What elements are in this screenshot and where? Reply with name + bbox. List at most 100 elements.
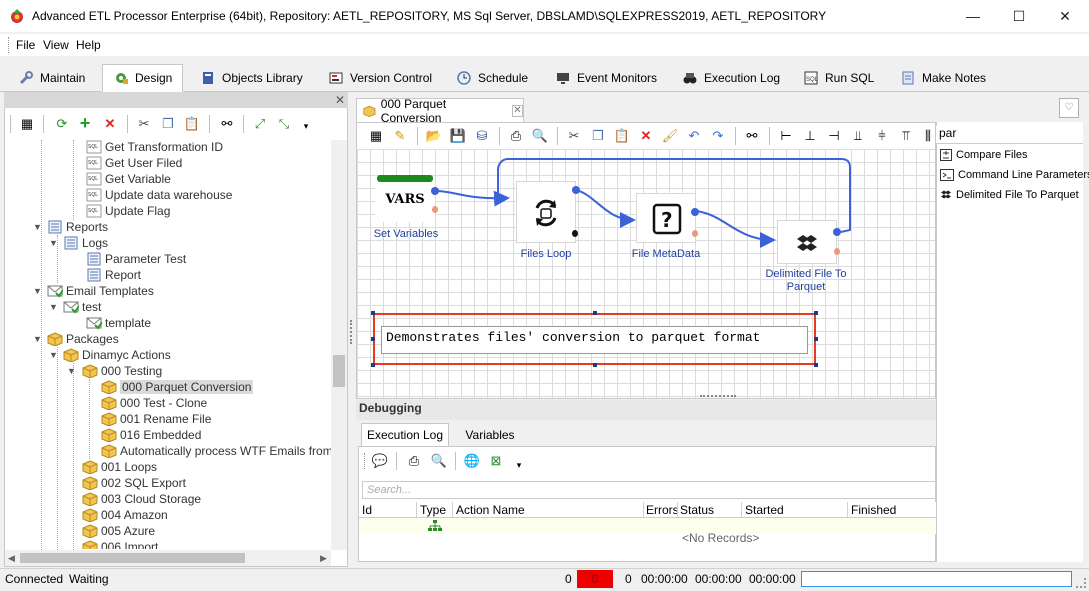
selection-handle[interactable] — [371, 311, 375, 315]
selection-handle[interactable] — [814, 363, 818, 367]
menu-help[interactable]: Help — [76, 38, 101, 52]
find-binoculars-icon[interactable]: ⚯ — [218, 115, 236, 133]
maximize-button[interactable]: ☐ — [996, 0, 1042, 32]
tree-item[interactable]: SQL Get Variable — [86, 171, 171, 187]
node-delimited-to-parquet[interactable] — [777, 220, 837, 264]
tab-event-monitors[interactable]: Event Monitors — [555, 66, 657, 90]
tab-schedule[interactable]: Schedule — [456, 66, 528, 90]
collapse-chevron-icon[interactable]: ▼ — [49, 238, 58, 248]
redo-icon[interactable]: ↷ — [709, 127, 727, 145]
tree-item[interactable]: 002 SQL Export — [82, 475, 186, 491]
scroll-right-icon[interactable]: ▶ — [320, 553, 327, 564]
scroll-left-icon[interactable]: ◀ — [8, 553, 15, 564]
column-header-action-name[interactable]: Action Name — [456, 503, 525, 517]
close-button[interactable]: ✕ — [1042, 0, 1088, 32]
print-icon[interactable]: ⎙ — [405, 452, 423, 470]
error-port[interactable] — [432, 206, 438, 213]
save-all-icon[interactable]: ⛁ — [473, 127, 491, 145]
menu-view[interactable]: View — [43, 38, 69, 52]
tab-make-notes[interactable]: Make Notes — [900, 66, 986, 90]
collapse-chevron-icon[interactable]: ▼ — [49, 350, 58, 360]
tree-item[interactable]: 000 Testing — [82, 363, 162, 379]
tab-run-sql[interactable]: SQL Run SQL — [803, 66, 874, 90]
collapse-all-icon[interactable]: ⤡ — [275, 115, 293, 133]
palette-item-delimited-to-parquet[interactable]: Delimited File To Parquet — [940, 189, 1079, 201]
column-header-id[interactable]: Id — [362, 503, 372, 517]
save-icon[interactable]: 💾 — [449, 127, 467, 145]
properties-icon[interactable]: ▦ — [18, 115, 36, 133]
align-center-icon[interactable]: ⊥ — [801, 127, 819, 145]
delete-icon[interactable]: ✕ — [101, 115, 119, 133]
toolbar-more-icon[interactable]: ▾ — [297, 117, 315, 135]
tree-item[interactable]: SQL Get User Filed — [86, 155, 182, 171]
tree-item[interactable]: 001 Loops — [82, 459, 157, 475]
align-top-icon[interactable]: ⫪ — [897, 127, 915, 145]
tree-item[interactable]: 000 Test - Clone — [101, 395, 207, 411]
copy-icon[interactable]: ❐ — [159, 115, 177, 133]
toolbar-more-icon[interactable]: ▾ — [510, 456, 528, 474]
loop-port[interactable] — [572, 230, 578, 237]
tab-design[interactable]: Design — [102, 64, 184, 92]
print-icon[interactable]: ⎙ — [507, 127, 525, 145]
tree-item[interactable]: 004 Amazon — [82, 507, 168, 523]
annotation-text[interactable]: Demonstrates files' conversion to parque… — [381, 326, 808, 354]
align-bottom-icon[interactable]: ⫫ — [849, 127, 867, 145]
expand-all-icon[interactable]: ⤢ — [251, 115, 269, 133]
undo-icon[interactable]: ↶ — [685, 127, 703, 145]
tree-item[interactable]: 016 Embedded — [101, 427, 201, 443]
type-filter-icon[interactable] — [427, 520, 443, 532]
open-folder-icon[interactable]: 📂 — [425, 127, 443, 145]
find-binoculars-icon[interactable]: ⚯ — [743, 127, 761, 145]
tree-item[interactable]: test — [63, 299, 101, 315]
export-excel-icon[interactable]: ⊠ — [487, 452, 505, 470]
close-panel-icon[interactable]: ✕ — [335, 93, 345, 107]
selection-handle[interactable] — [814, 311, 818, 315]
tree-item[interactable]: Parameter Test — [86, 251, 186, 267]
collapse-chevron-icon[interactable]: ▼ — [33, 222, 42, 232]
palette-item-command-line-parameters[interactable]: Command Line Parameters — [940, 169, 1089, 181]
column-header-type[interactable]: Type — [420, 503, 446, 517]
paste-icon[interactable]: 📋 — [613, 127, 631, 145]
menu-file[interactable]: File — [16, 38, 35, 52]
collapse-chevron-icon[interactable]: ▼ — [49, 302, 58, 312]
log-filter-row[interactable] — [359, 518, 936, 534]
properties-icon[interactable]: ▦ — [367, 127, 385, 145]
delete-icon[interactable]: ✕ — [637, 127, 655, 145]
column-header-finished[interactable]: Finished — [851, 503, 896, 517]
export-globe-icon[interactable]: 🌐 — [463, 452, 481, 470]
tree-vertical-scrollbar[interactable] — [331, 140, 347, 550]
close-tab-icon[interactable]: ✕ — [511, 104, 523, 117]
node-files-loop[interactable] — [516, 181, 576, 243]
print-preview-icon[interactable]: 🔍 — [531, 127, 549, 145]
tree-item[interactable]: 001 Rename File — [101, 411, 211, 427]
node-file-metadata[interactable]: ? — [636, 193, 696, 243]
collapse-chevron-icon[interactable]: ▼ — [67, 366, 76, 376]
collapse-chevron-icon[interactable]: ▼ — [33, 286, 42, 296]
tab-execution-log[interactable]: Execution Log — [682, 66, 780, 90]
print-preview-icon[interactable]: 🔍 — [430, 452, 448, 470]
column-header-started[interactable]: Started — [745, 503, 784, 517]
edit-icon[interactable]: ✎ — [391, 127, 409, 145]
tree-item-reports[interactable]: Reports — [47, 219, 108, 235]
tree-item-logs[interactable]: Logs — [63, 235, 108, 251]
align-middle-icon[interactable]: ⫩ — [873, 127, 891, 145]
selection-handle[interactable] — [593, 363, 597, 367]
add-icon[interactable]: + — [76, 114, 94, 132]
selection-handle[interactable] — [371, 363, 375, 367]
palette-search-input[interactable]: par — [936, 126, 1083, 144]
cut-icon[interactable]: ✂ — [135, 115, 153, 133]
comment-icon[interactable]: 💬 — [371, 452, 389, 470]
resize-grip[interactable] — [1076, 578, 1086, 588]
column-header-status[interactable]: Status — [680, 503, 714, 517]
space-evenly-icon[interactable]: ⫼ — [919, 127, 937, 145]
tree-item[interactable]: 006 Import — [82, 539, 158, 549]
error-port[interactable] — [834, 248, 840, 255]
selection-handle[interactable] — [371, 337, 375, 341]
tree-item[interactable]: SQL Update Flag — [86, 203, 170, 219]
align-right-icon[interactable]: ⊣ — [825, 127, 843, 145]
copy-icon[interactable]: ❐ — [589, 127, 607, 145]
panel-toggle-icon[interactable]: ♡ — [1059, 98, 1079, 118]
cut-icon[interactable]: ✂ — [565, 127, 583, 145]
log-search-input[interactable]: Search... — [362, 481, 936, 499]
output-port[interactable] — [691, 208, 699, 216]
